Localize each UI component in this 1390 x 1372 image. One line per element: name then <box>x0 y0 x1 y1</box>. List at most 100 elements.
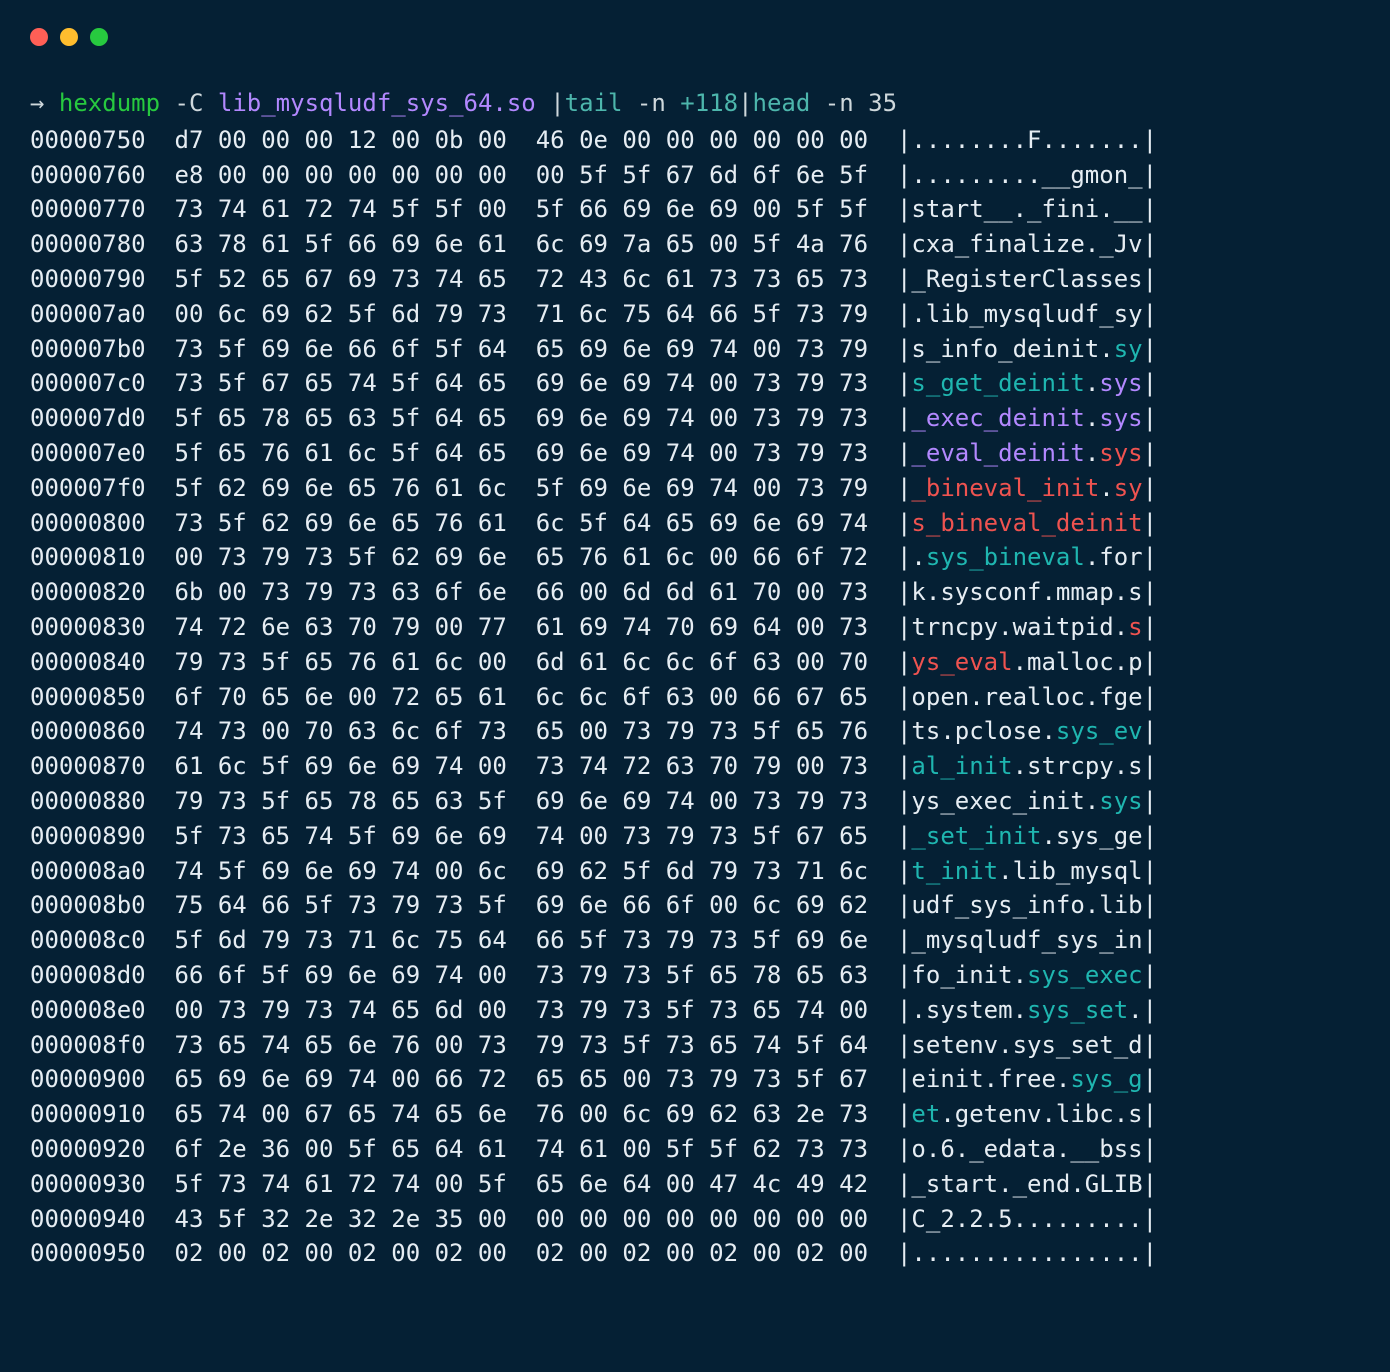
ascii: |.........__gmon_| <box>897 161 1157 189</box>
offset: 00000950 <box>30 1239 146 1267</box>
ascii: |setenv.sys_set_d| <box>897 1031 1157 1059</box>
hex-bytes: 74 72 6e 63 70 79 00 77 61 69 74 70 69 6… <box>175 613 869 641</box>
command-line[interactable]: → hexdump -C lib_mysqludf_sys_64.so |tai… <box>30 86 1360 121</box>
ascii: |start__._fini.__| <box>897 195 1157 223</box>
ascii: |trncpy.waitpid.s| <box>897 613 1157 641</box>
hex-bytes: 79 73 5f 65 76 61 6c 00 6d 61 6c 6c 6f 6… <box>175 648 869 676</box>
hex-bytes: d7 00 00 00 12 00 0b 00 46 0e 00 00 00 0… <box>175 126 869 154</box>
hexdump-row: 00000900 65 69 6e 69 74 00 66 72 65 65 0… <box>30 1062 1360 1097</box>
ascii: |_mysqludf_sys_in| <box>897 926 1157 954</box>
ascii: |s_info_deinit.sy| <box>897 335 1157 363</box>
offset: 000007c0 <box>30 369 146 397</box>
ascii: |_set_init.sys_ge| <box>897 822 1157 850</box>
hex-bytes: 75 64 66 5f 73 79 73 5f 69 6e 66 6f 00 6… <box>175 891 869 919</box>
close-icon[interactable] <box>30 28 48 46</box>
ascii: |s_get_deinit.sys| <box>897 369 1157 397</box>
head-cmd: head <box>753 89 811 117</box>
hexdump-row: 000008e0 00 73 79 73 74 65 6d 00 73 79 7… <box>30 993 1360 1028</box>
hex-bytes: 5f 73 65 74 5f 69 6e 69 74 00 73 79 73 5… <box>175 822 869 850</box>
ascii: |.lib_mysqludf_sy| <box>897 300 1157 328</box>
tail-cmd: tail <box>565 89 623 117</box>
offset: 00000750 <box>30 126 146 154</box>
hexdump-row: 00000820 6b 00 73 79 73 63 6f 6e 66 00 6… <box>30 575 1360 610</box>
hex-bytes: 02 00 02 00 02 00 02 00 02 00 02 00 02 0… <box>175 1239 869 1267</box>
ascii: |o.6._edata.__bss| <box>897 1135 1157 1163</box>
ascii: |_start._end.GLIB| <box>897 1170 1157 1198</box>
hexdump-row: 000008a0 74 5f 69 6e 69 74 00 6c 69 62 5… <box>30 854 1360 889</box>
head-arg: 35 <box>868 89 897 117</box>
hexdump-row: 00000790 5f 52 65 67 69 73 74 65 72 43 6… <box>30 262 1360 297</box>
offset: 000007e0 <box>30 439 146 467</box>
offset: 00000900 <box>30 1065 146 1093</box>
hex-bytes: 5f 6d 79 73 71 6c 75 64 66 5f 73 79 73 5… <box>175 926 869 954</box>
hex-bytes: 61 6c 5f 69 6e 69 74 00 73 74 72 63 70 7… <box>175 752 869 780</box>
offset: 000008d0 <box>30 961 146 989</box>
hex-bytes: 65 69 6e 69 74 00 66 72 65 65 00 73 79 7… <box>175 1065 869 1093</box>
ascii: |open.realloc.fge| <box>897 683 1157 711</box>
ascii: |fo_init.sys_exec| <box>897 961 1157 989</box>
ascii: |_RegisterClasses| <box>897 265 1157 293</box>
hex-bytes: 63 78 61 5f 66 69 6e 61 6c 69 7a 65 00 5… <box>175 230 869 258</box>
hex-bytes: 73 5f 69 6e 66 6f 5f 64 65 69 6e 69 74 0… <box>175 335 869 363</box>
head-flag: -n <box>825 89 854 117</box>
hexdump-row: 00000880 79 73 5f 65 78 65 63 5f 69 6e 6… <box>30 784 1360 819</box>
offset: 00000880 <box>30 787 146 815</box>
hexdump-row: 000008c0 5f 6d 79 73 71 6c 75 64 66 5f 7… <box>30 923 1360 958</box>
ascii: |ys_eval.malloc.p| <box>897 648 1157 676</box>
ascii: |........F.......| <box>897 126 1157 154</box>
input-file: lib_mysqludf_sys_64.so <box>218 89 536 117</box>
ascii: |................| <box>897 1239 1157 1267</box>
hex-bytes: 73 5f 67 65 74 5f 64 65 69 6e 69 74 00 7… <box>175 369 869 397</box>
offset: 00000860 <box>30 717 146 745</box>
hex-bytes: 5f 65 76 61 6c 5f 64 65 69 6e 69 74 00 7… <box>175 439 869 467</box>
offset: 00000810 <box>30 543 146 571</box>
ascii: |t_init.lib_mysql| <box>897 857 1157 885</box>
offset: 000008e0 <box>30 996 146 1024</box>
hexdump-row: 00000760 e8 00 00 00 00 00 00 00 00 5f 5… <box>30 158 1360 193</box>
hex-bytes: 00 73 79 73 74 65 6d 00 73 79 73 5f 73 6… <box>175 996 869 1024</box>
hex-bytes: 5f 52 65 67 69 73 74 65 72 43 6c 61 73 7… <box>175 265 869 293</box>
offset: 00000890 <box>30 822 146 850</box>
hexdump-row: 00000810 00 73 79 73 5f 62 69 6e 65 76 6… <box>30 540 1360 575</box>
offset: 000008f0 <box>30 1031 146 1059</box>
ascii: |udf_sys_info.lib| <box>897 891 1157 919</box>
ascii: |_eval_deinit.sys| <box>897 439 1157 467</box>
hexdump-row: 000008b0 75 64 66 5f 73 79 73 5f 69 6e 6… <box>30 888 1360 923</box>
hex-bytes: 6f 70 65 6e 00 72 65 61 6c 6c 6f 63 00 6… <box>175 683 869 711</box>
ascii: |ys_exec_init.sys| <box>897 787 1157 815</box>
hexdump-row: 00000890 5f 73 65 74 5f 69 6e 69 74 00 7… <box>30 819 1360 854</box>
hexdump-row: 000007e0 5f 65 76 61 6c 5f 64 65 69 6e 6… <box>30 436 1360 471</box>
offset: 00000780 <box>30 230 146 258</box>
hexdump-row: 00000940 43 5f 32 2e 32 2e 35 00 00 00 0… <box>30 1202 1360 1237</box>
offset: 000008b0 <box>30 891 146 919</box>
ascii: |et.getenv.libc.s| <box>897 1100 1157 1128</box>
hexdump-row: 00000840 79 73 5f 65 76 61 6c 00 6d 61 6… <box>30 645 1360 680</box>
maximize-icon[interactable] <box>90 28 108 46</box>
hexdump-output: 00000750 d7 00 00 00 12 00 0b 00 46 0e 0… <box>30 123 1360 1271</box>
offset: 00000870 <box>30 752 146 780</box>
hexdump-flag: -C <box>175 89 204 117</box>
offset: 00000830 <box>30 613 146 641</box>
hex-bytes: 00 6c 69 62 5f 6d 79 73 71 6c 75 64 66 5… <box>175 300 869 328</box>
hexdump-row: 00000830 74 72 6e 63 70 79 00 77 61 69 7… <box>30 610 1360 645</box>
hexdump-row: 000007d0 5f 65 78 65 63 5f 64 65 69 6e 6… <box>30 401 1360 436</box>
tail-flag: -n <box>637 89 666 117</box>
hex-bytes: 73 65 74 65 6e 76 00 73 79 73 5f 73 65 7… <box>175 1031 869 1059</box>
hex-bytes: 79 73 5f 65 78 65 63 5f 69 6e 69 74 00 7… <box>175 787 869 815</box>
offset: 000007d0 <box>30 404 146 432</box>
ascii: |s_bineval_deinit| <box>897 509 1157 537</box>
offset: 000007f0 <box>30 474 146 502</box>
prompt-arrow: → <box>30 89 44 117</box>
window-controls <box>30 28 1360 46</box>
hexdump-row: 00000930 5f 73 74 61 72 74 00 5f 65 6e 6… <box>30 1167 1360 1202</box>
hex-bytes: 43 5f 32 2e 32 2e 35 00 00 00 00 00 00 0… <box>175 1205 869 1233</box>
ascii: |_exec_deinit.sys| <box>897 404 1157 432</box>
hex-bytes: 5f 65 78 65 63 5f 64 65 69 6e 69 74 00 7… <box>175 404 869 432</box>
ascii: |.system.sys_set.| <box>897 996 1157 1024</box>
hexdump-row: 000007a0 00 6c 69 62 5f 6d 79 73 71 6c 7… <box>30 297 1360 332</box>
offset: 00000820 <box>30 578 146 606</box>
hexdump-row: 00000910 65 74 00 67 65 74 65 6e 76 00 6… <box>30 1097 1360 1132</box>
minimize-icon[interactable] <box>60 28 78 46</box>
hexdump-row: 00000920 6f 2e 36 00 5f 65 64 61 74 61 0… <box>30 1132 1360 1167</box>
offset: 00000920 <box>30 1135 146 1163</box>
